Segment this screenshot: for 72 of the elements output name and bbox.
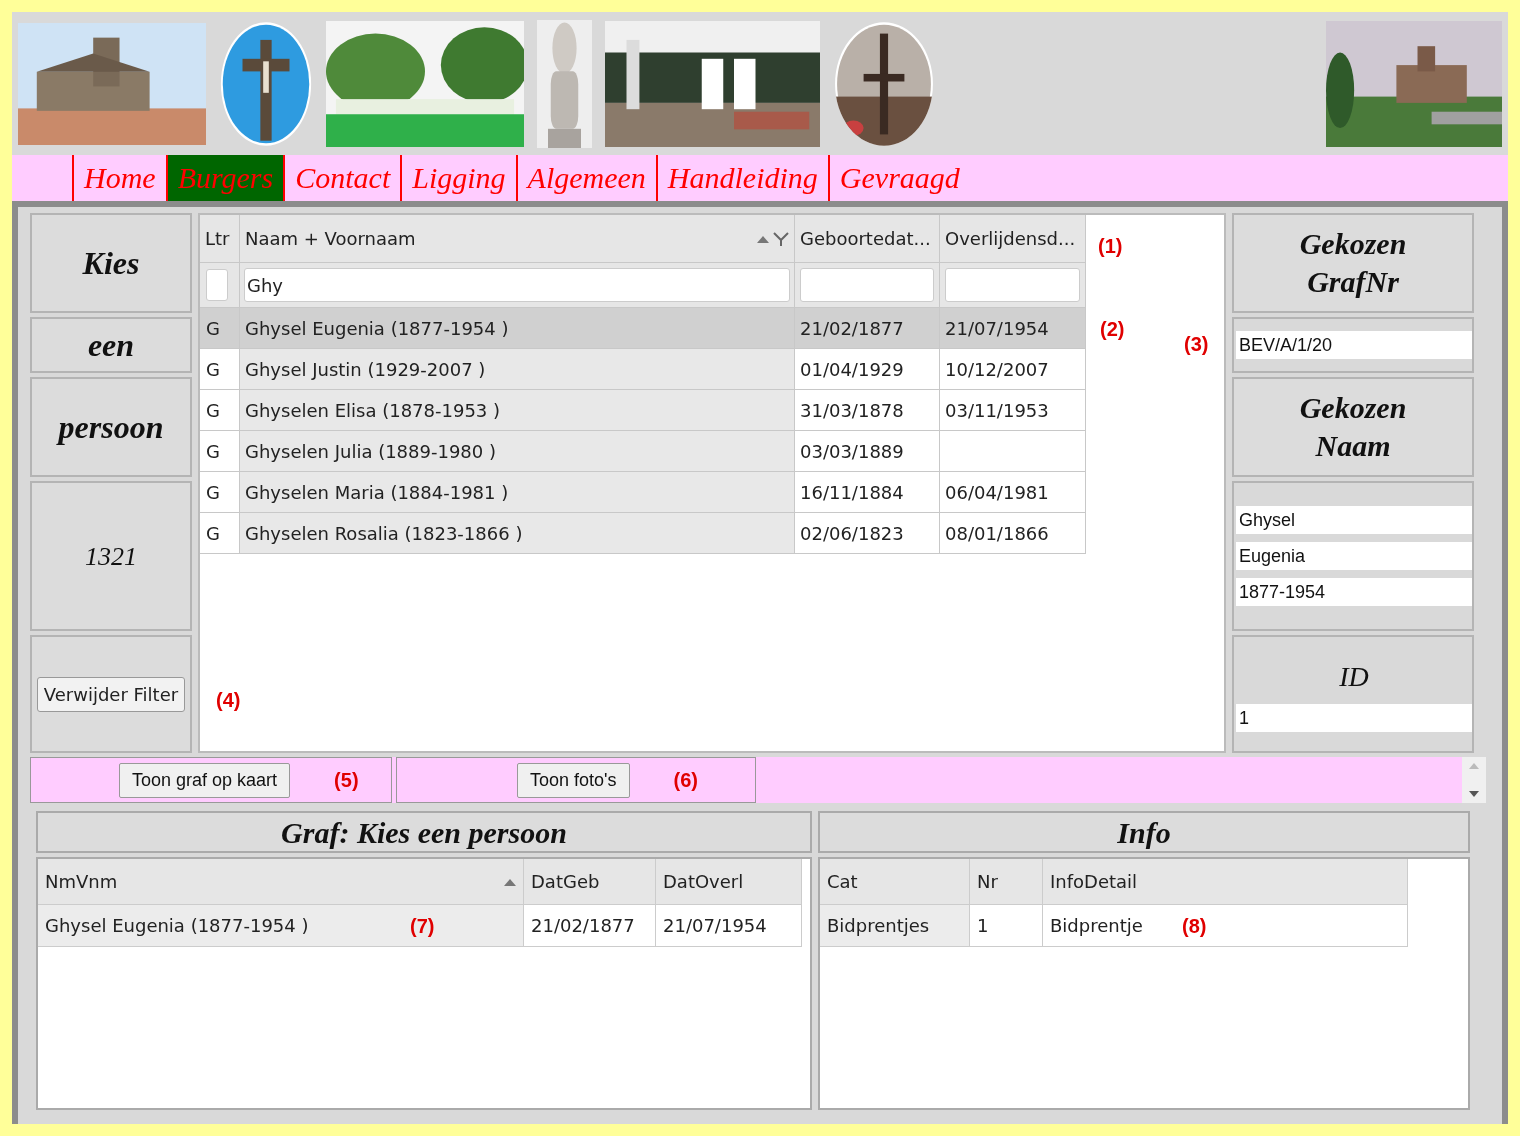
name-field[interactable]: Eugenia: [1236, 542, 1472, 570]
column-header[interactable]: Ltr: [200, 215, 240, 262]
name-field[interactable]: 1877-1954: [1236, 578, 1472, 606]
table-cell: 03/03/1889: [795, 431, 940, 471]
panel-title: Info: [818, 811, 1470, 853]
filter-field[interactable]: [206, 269, 228, 301]
grave-number-field[interactable]: BEV/A/1/20: [1236, 331, 1472, 359]
table-cell: 16/11/1884: [795, 472, 940, 512]
table-row[interactable]: G Ghyselen Elisa (1878-1953 ) 31/03/1878 03/11/1953: [200, 390, 1086, 431]
annotation-label: (2): [1100, 318, 1125, 340]
table-cell: Bidprentjes: [820, 905, 970, 946]
table-cell-text: 08/01/1866: [945, 521, 1049, 546]
annotation-label: (1): [1098, 235, 1123, 257]
filter-icon[interactable]: [773, 230, 789, 247]
table-cell: 21/02/1877: [524, 905, 656, 946]
table-cell-text: 10/12/2007: [945, 357, 1049, 382]
remove-filter-button[interactable]: Verwijder Filter: [36, 676, 186, 712]
column-header[interactable]: Cat: [820, 859, 970, 904]
table-cell: 21/07/1954: [656, 905, 802, 946]
action-button[interactable]: Toon graf op kaart: [119, 762, 291, 798]
side-label: persoon: [30, 377, 192, 477]
scrollbar[interactable]: [1462, 757, 1486, 803]
side-label: 1321: [30, 481, 192, 631]
sort-ascending-icon: [757, 234, 769, 243]
table-cell: G: [200, 390, 240, 430]
name-field[interactable]: Ghysel: [1236, 506, 1472, 534]
column-header[interactable]: Overlijdensd...: [940, 215, 1086, 262]
table-row[interactable]: G Ghysel Justin (1929-2007 ) 01/04/1929 10/12/2007: [200, 349, 1086, 390]
column-header[interactable]: DatGeb: [524, 859, 656, 904]
name-filter-field[interactable]: Ghy: [244, 268, 790, 302]
id-field[interactable]: 1: [1236, 704, 1472, 732]
table-cell-text: 21/07/1954: [945, 316, 1049, 341]
filter-field[interactable]: [800, 268, 934, 302]
annotation-label: (5): [334, 768, 359, 793]
table-cell: G: [200, 308, 240, 348]
table-cell-text: 06/04/1981: [945, 480, 1049, 505]
annotation-label: (8): [1182, 915, 1207, 937]
table-cell: 01/04/1929: [795, 349, 940, 389]
column-header[interactable]: NmVnm: [38, 859, 524, 904]
column-header[interactable]: Nr: [970, 859, 1043, 904]
action-button[interactable]: Toon foto's: [517, 762, 630, 798]
table-row[interactable]: G Ghyselen Maria (1884-1981 ) 16/11/1884 06/04/1981: [200, 472, 1086, 513]
annotation-label: (4): [216, 689, 241, 711]
table-cell: G: [200, 349, 240, 389]
annotation-label: (6): [673, 768, 698, 793]
table-cell-text: 03/11/1953: [945, 398, 1049, 423]
table-row[interactable]: G Ghyselen Rosalia (1823-1866 ) 02/06/1823 08/01/1866: [200, 513, 1086, 554]
table-row[interactable]: G Ghyselen Julia (1889-1980 ) 03/03/1889: [200, 431, 1086, 472]
side-label: Kies: [30, 213, 192, 313]
column-header[interactable]: Geboortedat...: [795, 215, 940, 262]
filter-field[interactable]: [945, 268, 1080, 302]
table-cell: G: [200, 431, 240, 471]
chosen-name-label: Gekozen Naam: [1232, 377, 1474, 477]
table-cell: 21/02/1877: [795, 308, 940, 348]
column-header[interactable]: DatOverl: [656, 859, 802, 904]
table-cell: G: [200, 513, 240, 553]
grave-number-label: Gekozen GrafNr: [1232, 213, 1474, 313]
annotation-label: (7): [410, 915, 435, 937]
side-label: een: [30, 317, 192, 373]
table-cell: 1: [970, 905, 1043, 946]
scroll-up-icon[interactable]: [1469, 763, 1479, 769]
table-cell: Ghysel Eugenia (1877-1954 ): [240, 308, 795, 348]
panel-title: Graf: Kies een persoon: [36, 811, 812, 853]
sort-ascending-icon: [504, 877, 516, 886]
scroll-down-icon[interactable]: [1469, 791, 1479, 797]
column-header[interactable]: InfoDetail: [1043, 859, 1408, 904]
table-cell: G: [200, 472, 240, 512]
id-label: ID: [1339, 660, 1369, 694]
table-cell: 02/06/1823: [795, 513, 940, 553]
column-header[interactable]: Naam + Voornaam: [240, 215, 795, 262]
table-cell: 31/03/1878: [795, 390, 940, 430]
annotation-label: (3): [1184, 333, 1209, 355]
